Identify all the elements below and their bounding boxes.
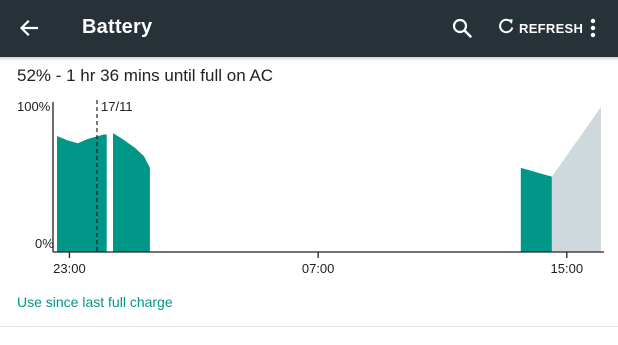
app-toolbar: Battery REFRESH [0,0,618,57]
usage-area-2 [113,133,150,252]
page-title: Battery [82,16,153,38]
x-tick-label-2: 07:00 [302,261,335,276]
battery-status-text: 52% - 1 hr 36 mins until full on AC [17,66,274,85]
refresh-label: REFRESH [519,20,584,36]
list-divider [0,326,618,327]
usage-area-1 [57,134,107,252]
refresh-button[interactable]: REFRESH [497,16,583,40]
x-tick-label-1: 23:00 [53,261,86,276]
day-marker-label: 17/11 [101,99,133,114]
use-since-full-charge-link[interactable]: Use since last full charge [17,294,173,310]
x-tick-label-3: 15:00 [551,261,584,276]
y-label-max: 100% [17,99,51,114]
usage-area-3 [520,167,552,252]
prediction-area [551,107,601,252]
battery-history-graph: 100% 0% 17/11 23:00 07:00 15:00 [17,99,604,276]
refresh-icon [497,17,515,40]
toolbar-shadow [0,57,618,61]
overflow-menu-icon[interactable] [585,16,601,40]
search-icon[interactable] [451,17,473,39]
battery-history-chart: 100% 0% 17/11 23:00 07:00 15:00 [0,92,618,282]
y-label-min: 0% [35,236,54,251]
back-arrow-icon[interactable] [18,17,40,39]
